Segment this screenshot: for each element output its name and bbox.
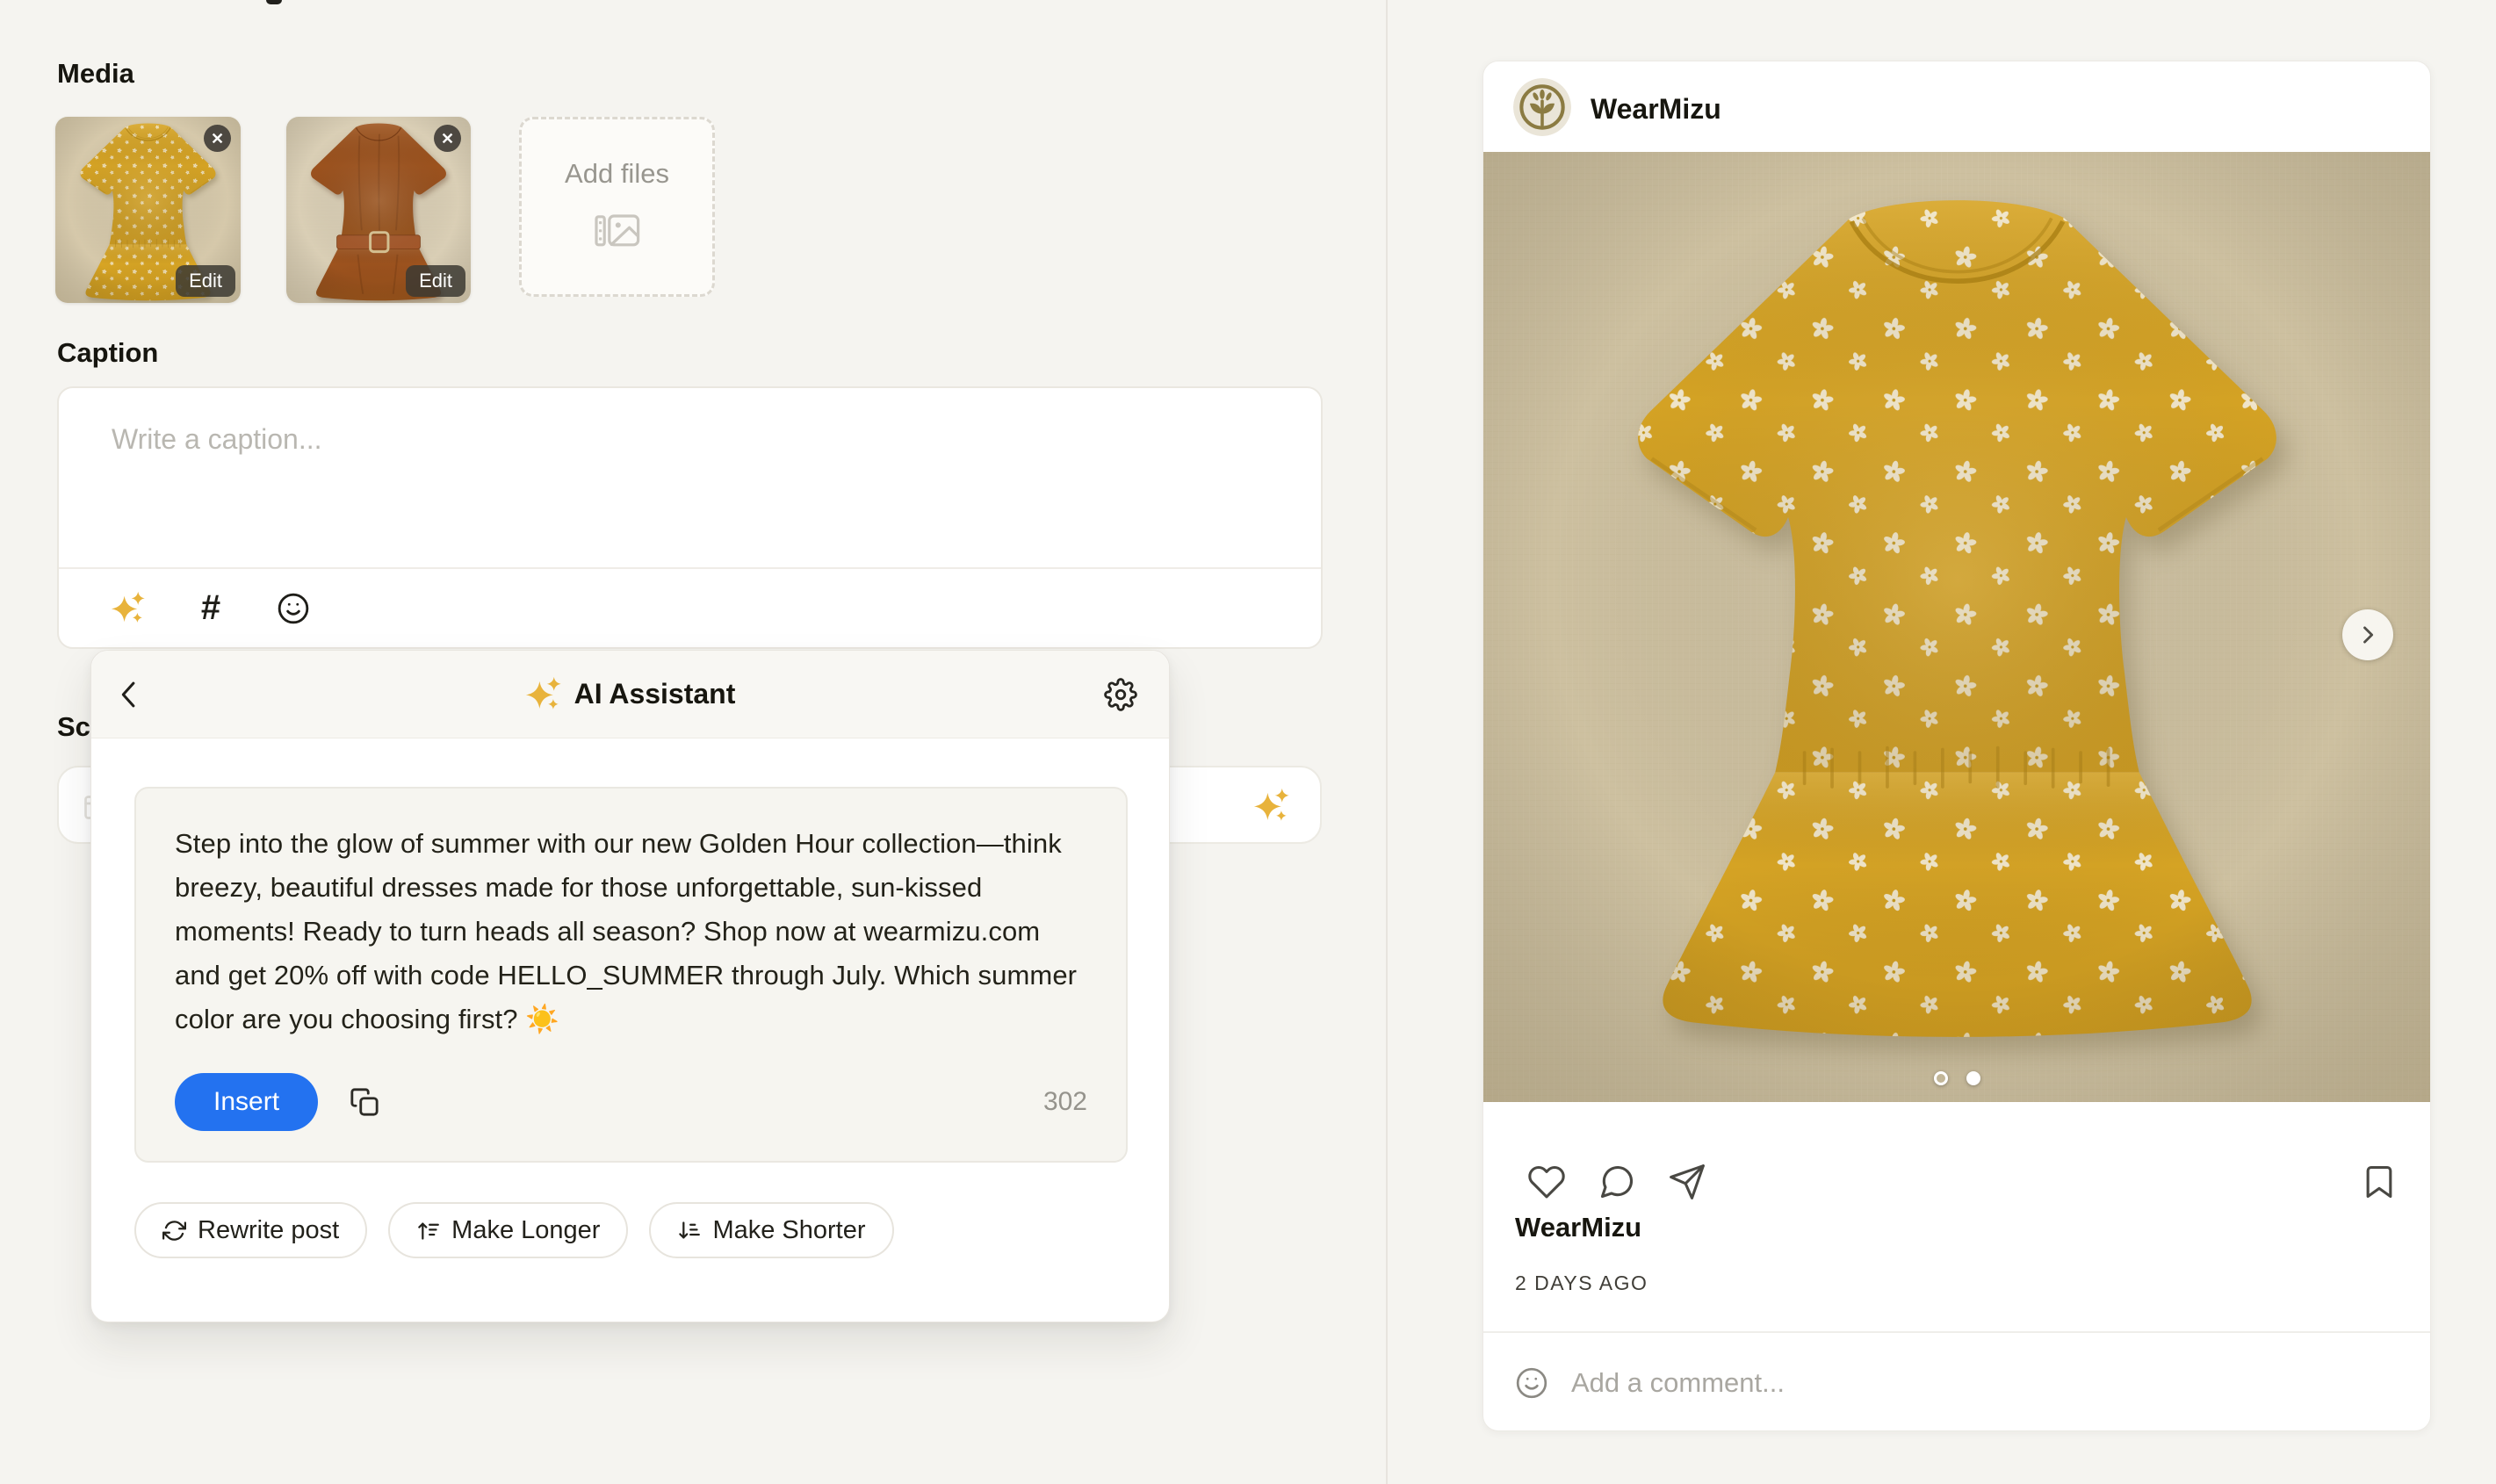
carousel-dots xyxy=(1483,1071,2430,1085)
add-files-label: Add files xyxy=(565,158,669,190)
caption-editor[interactable]: Write a caption... # xyxy=(57,386,1323,649)
ai-assistant-title-group: AI Assistant xyxy=(525,676,736,713)
post-header: WearMizu xyxy=(1483,61,2430,152)
arrow-down-lines-icon xyxy=(677,1219,701,1243)
sparkles-icon xyxy=(525,676,562,713)
remove-media-button[interactable]: ✕ xyxy=(434,125,461,152)
make-longer-label: Make Longer xyxy=(451,1216,600,1245)
gear-icon[interactable] xyxy=(1104,678,1137,711)
media-upload-icon xyxy=(595,211,640,251)
post-action-row xyxy=(1527,1163,1706,1201)
carousel-dot-2[interactable] xyxy=(1966,1071,1980,1085)
arrow-up-lines-icon xyxy=(416,1219,440,1243)
comment-placeholder: Add a comment... xyxy=(1571,1367,1785,1399)
add-files-dropzone[interactable]: Add files xyxy=(519,117,715,297)
ai-suggestion-card: Step into the glow of summer with our ne… xyxy=(134,787,1128,1163)
post-preview-card: WearMizu WearMizu 2 DAYS AGO xyxy=(1482,61,2431,1431)
like-heart-icon[interactable] xyxy=(1527,1163,1566,1201)
ai-sparkles-button[interactable] xyxy=(110,590,147,627)
share-send-icon[interactable] xyxy=(1668,1163,1706,1201)
edit-media-badge[interactable]: Edit xyxy=(406,265,465,297)
ai-suggestion-actions: Insert 302 xyxy=(175,1073,1087,1131)
refresh-icon xyxy=(162,1219,186,1243)
brand-avatar[interactable] xyxy=(1513,78,1571,136)
caption-heading: Caption xyxy=(57,337,158,369)
hashtag-button[interactable]: # xyxy=(192,590,229,627)
cropped-heading-fragment xyxy=(266,0,282,4)
carousel-dot-1[interactable] xyxy=(1934,1071,1948,1085)
insert-button[interactable]: Insert xyxy=(175,1073,318,1131)
make-longer-button[interactable]: Make Longer xyxy=(388,1202,628,1258)
back-chevron-icon[interactable] xyxy=(114,679,146,710)
ai-assistant-panel: AI Assistant Step into the glow of summe… xyxy=(90,650,1170,1322)
post-username[interactable]: WearMizu xyxy=(1591,93,1721,126)
media-heading: Media xyxy=(57,58,134,90)
emoji-smile-icon[interactable] xyxy=(1515,1366,1548,1400)
pane-divider xyxy=(1386,0,1388,1484)
edit-media-badge[interactable]: Edit xyxy=(176,265,235,297)
post-footer-username: WearMizu xyxy=(1515,1212,1641,1243)
botanical-logo-icon xyxy=(1513,78,1571,136)
carousel-next-button[interactable] xyxy=(2342,609,2393,660)
caption-placeholder: Write a caption... xyxy=(112,423,322,456)
bookmark-icon[interactable] xyxy=(2360,1163,2399,1201)
rewrite-post-label: Rewrite post xyxy=(198,1216,339,1245)
ai-suggestion-text: Step into the glow of summer with our ne… xyxy=(175,822,1087,1041)
remove-media-button[interactable]: ✕ xyxy=(204,125,231,152)
post-timestamp: 2 DAYS AGO xyxy=(1515,1271,1648,1295)
emoji-button[interactable] xyxy=(275,590,312,627)
comment-bubble-icon[interactable] xyxy=(1598,1163,1636,1201)
media-thumbnail-brown-dress[interactable]: ✕ Edit xyxy=(286,117,471,303)
media-thumbnails: ✕ Edit ✕ Edit xyxy=(55,117,471,303)
ai-action-buttons: Rewrite post Make Longer Make Shorter xyxy=(134,1202,894,1258)
make-shorter-button[interactable]: Make Shorter xyxy=(649,1202,893,1258)
media-thumbnail-yellow-dress[interactable]: ✕ Edit xyxy=(55,117,241,303)
add-comment-row[interactable]: Add a comment... xyxy=(1483,1333,2430,1431)
ai-assistant-title: AI Assistant xyxy=(574,678,736,710)
schedule-heading-partial: Sc xyxy=(57,711,90,743)
rewrite-post-button[interactable]: Rewrite post xyxy=(134,1202,367,1258)
character-count: 302 xyxy=(1043,1087,1087,1117)
chevron-right-icon xyxy=(2355,623,2380,647)
caption-toolbar: # xyxy=(59,567,1321,647)
post-image-yellow-dress[interactable] xyxy=(1483,152,2431,1102)
copy-icon[interactable] xyxy=(350,1087,379,1117)
ai-assistant-header: AI Assistant xyxy=(91,651,1169,738)
make-shorter-label: Make Shorter xyxy=(712,1216,865,1245)
ai-suggest-button[interactable] xyxy=(1253,788,1290,829)
